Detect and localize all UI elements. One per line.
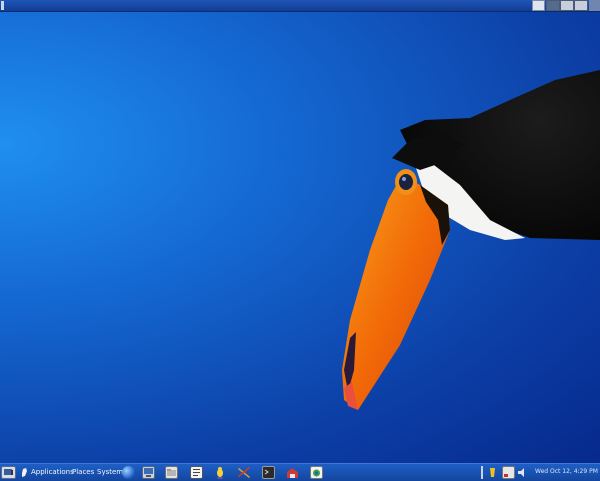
bottom-panel: Applications Places System Wed Oct 12, 4… — [0, 463, 600, 481]
top-panel-handle[interactable] — [1, 1, 4, 10]
workspace-switcher-3[interactable] — [574, 0, 588, 11]
file-manager-icon[interactable] — [165, 466, 178, 479]
terminal-icon[interactable] — [262, 466, 275, 479]
workspace-switcher-2[interactable] — [560, 0, 574, 11]
applications-menu[interactable]: Applications — [31, 468, 74, 476]
system-menu[interactable]: System — [97, 468, 123, 476]
computer-icon[interactable] — [142, 466, 155, 479]
update-icon[interactable] — [502, 466, 515, 479]
places-menu[interactable]: Places — [72, 468, 94, 476]
desktop-icon — [4, 469, 13, 475]
workspace-switcher-1[interactable] — [546, 0, 560, 11]
notification-icon[interactable] — [486, 466, 499, 479]
pidgin-icon[interactable] — [214, 466, 227, 479]
show-desktop-icon[interactable] — [532, 0, 545, 11]
clock-label[interactable]: Wed Oct 12, 4:29 PM — [535, 468, 598, 475]
web-browser-icon[interactable] — [122, 466, 135, 479]
volume-icon[interactable] — [516, 466, 529, 479]
software-icon[interactable] — [310, 466, 323, 479]
network-icon[interactable] — [286, 466, 299, 479]
top-panel — [0, 0, 600, 12]
toucan-wallpaper-image — [342, 70, 600, 410]
top-panel-corner — [589, 0, 600, 11]
gnome-foot-icon[interactable] — [20, 467, 29, 478]
panel-separator — [481, 466, 483, 479]
document-icon[interactable] — [190, 466, 203, 479]
show-desktop-button[interactable] — [1, 466, 16, 479]
tools-icon[interactable] — [238, 466, 251, 479]
